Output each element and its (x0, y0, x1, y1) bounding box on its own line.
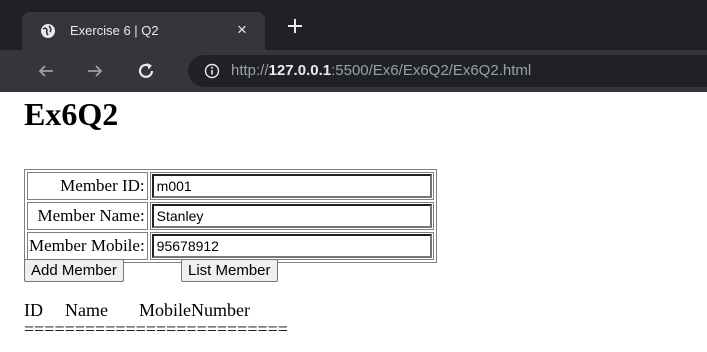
list-col-mobile: MobileNumber (139, 300, 250, 320)
browser-tab[interactable]: Exercise 6 | Q2 × (22, 12, 265, 50)
info-icon[interactable] (204, 63, 220, 79)
member-name-input[interactable] (151, 204, 432, 228)
member-mobile-input[interactable] (151, 234, 432, 258)
url-host: 127.0.0.1 (268, 62, 332, 79)
url-path: :5500/Ex6/Ex6Q2/Ex6Q2.html (331, 62, 532, 79)
member-name-row: Member Name: (27, 202, 434, 230)
globe-icon (41, 24, 55, 38)
list-col-id: ID (24, 300, 43, 320)
list-col-name: Name (65, 300, 108, 320)
member-mobile-row: Member Mobile: (27, 232, 434, 260)
url-text[interactable]: http://127.0.0.1:5500/Ex6/Ex6Q2/Ex6Q2.ht… (231, 62, 531, 79)
member-list-header: ID Name MobileNumber (24, 300, 250, 321)
tab-strip: Exercise 6 | Q2 × (0, 0, 707, 50)
list-separator: ========================== (24, 319, 288, 339)
address-bar[interactable]: http://127.0.0.1:5500/Ex6/Ex6Q2/Ex6Q2.ht… (188, 55, 707, 87)
member-id-input[interactable] (151, 174, 432, 198)
close-tab-icon[interactable]: × (237, 20, 247, 40)
browser-toolbar: http://127.0.0.1:5500/Ex6/Ex6Q2/Ex6Q2.ht… (0, 50, 707, 92)
member-id-row: Member ID: (27, 172, 434, 200)
reload-icon[interactable] (136, 61, 156, 81)
member-name-cell (149, 202, 434, 230)
list-member-button[interactable]: List Member (181, 259, 278, 282)
member-name-label: Member Name: (27, 202, 148, 230)
member-mobile-label: Member Mobile: (27, 232, 148, 260)
member-form-table: Member ID: Member Name: Member Mobile: (24, 169, 437, 263)
browser-chrome: Exercise 6 | Q2 × http://127.0.0.1:5500/… (0, 0, 707, 92)
url-scheme: http:// (231, 62, 269, 79)
tab-title: Exercise 6 | Q2 (70, 23, 159, 38)
member-mobile-cell (149, 232, 434, 260)
page-content: Ex6Q2 Member ID: Member Name: Member Mob… (0, 92, 707, 352)
add-member-button[interactable]: Add Member (24, 259, 124, 282)
back-arrow-icon[interactable] (36, 61, 56, 81)
member-id-label: Member ID: (27, 172, 148, 200)
forward-arrow-icon[interactable] (85, 61, 105, 81)
member-id-cell (149, 172, 434, 200)
new-tab-icon[interactable] (286, 17, 304, 35)
page-title: Ex6Q2 (24, 96, 119, 132)
